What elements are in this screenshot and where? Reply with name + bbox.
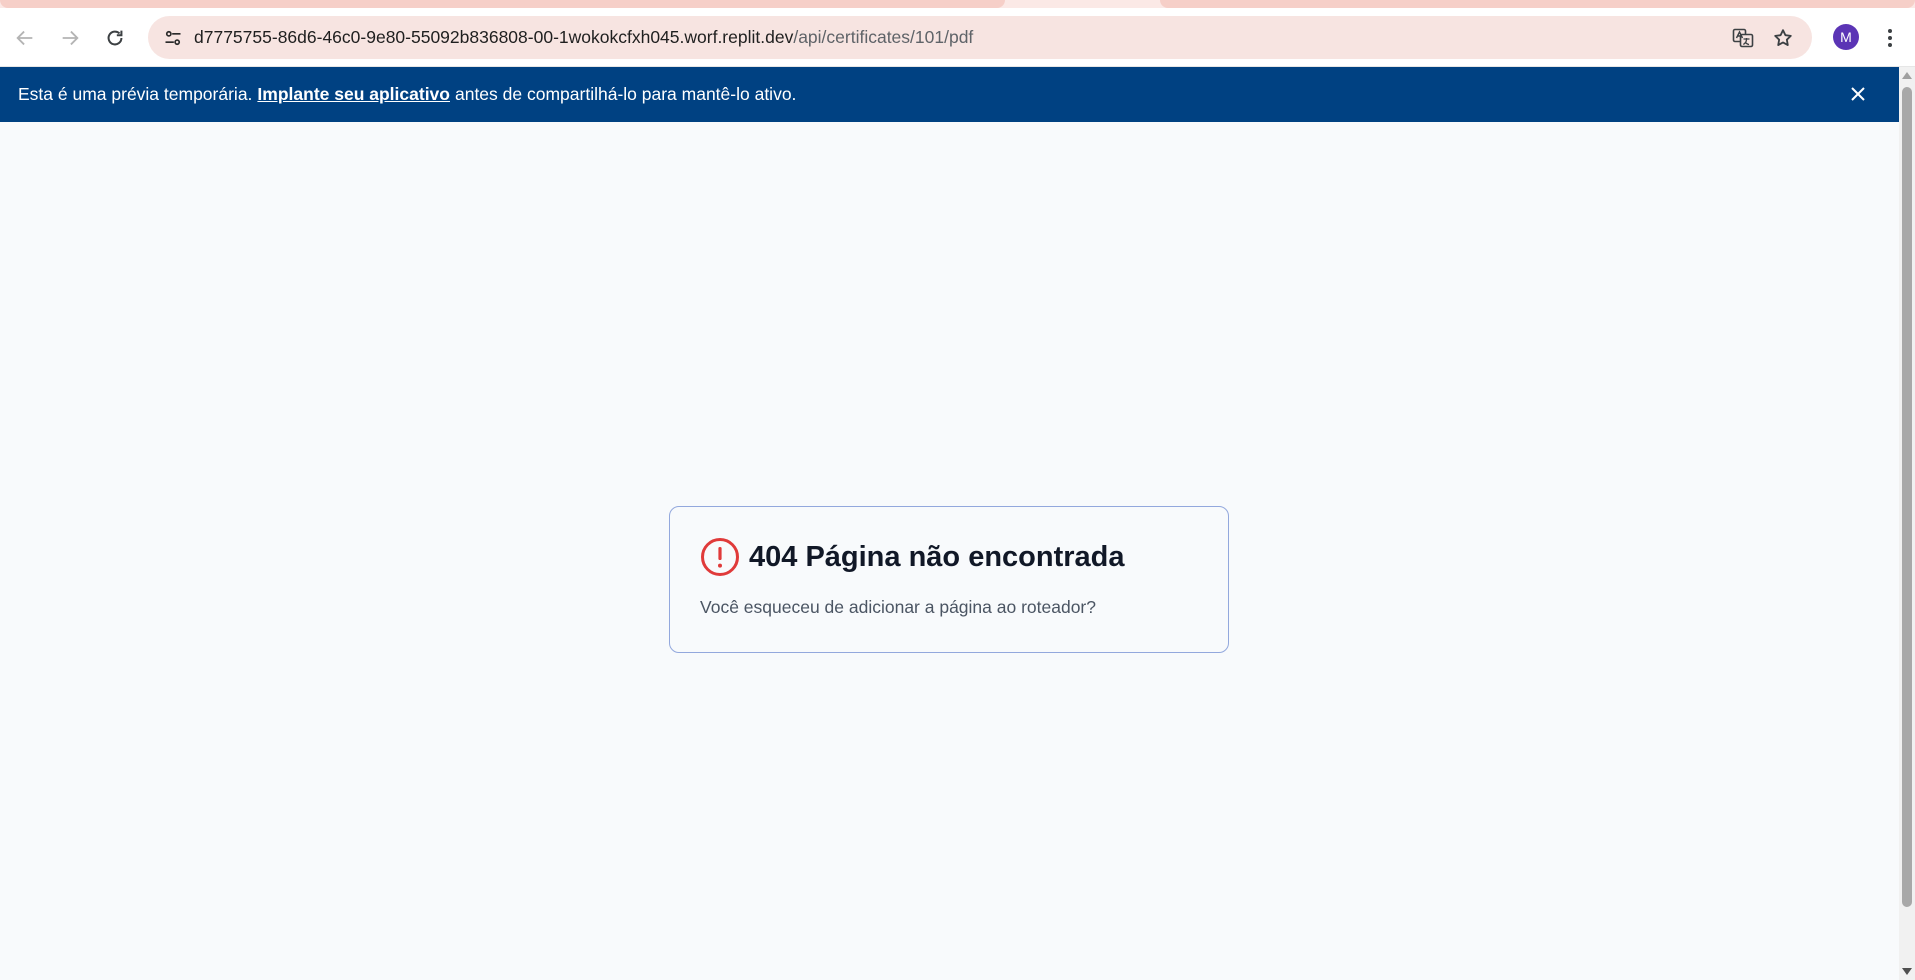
url-text[interactable]: d7775755-86d6-46c0-9e80-55092b836808-00-… bbox=[194, 16, 973, 59]
page-title: 404 Página não encontrada bbox=[749, 540, 1125, 573]
address-bar[interactable]: d7775755-86d6-46c0-9e80-55092b836808-00-… bbox=[148, 16, 1812, 59]
alert-circle-icon bbox=[701, 538, 739, 576]
arrow-right-icon bbox=[62, 30, 79, 46]
translate-icon bbox=[1732, 28, 1754, 48]
error-message: Você esqueceu de adicionar a página ao r… bbox=[700, 597, 1096, 617]
back-button[interactable] bbox=[9, 22, 41, 54]
url-host: d7775755-86d6-46c0-9e80-55092b836808-00-… bbox=[194, 27, 794, 47]
profile-avatar[interactable]: M bbox=[1833, 24, 1859, 50]
browser-toolbar: d7775755-86d6-46c0-9e80-55092b836808-00-… bbox=[0, 8, 1915, 67]
tab-strip bbox=[0, 0, 1915, 8]
reload-icon bbox=[107, 30, 123, 46]
translate-button[interactable] bbox=[1727, 22, 1759, 54]
bookmark-button[interactable] bbox=[1767, 22, 1799, 54]
card-title-row: 404 Página não encontrada bbox=[700, 537, 1125, 577]
not-found-card: 404 Página não encontrada Você esqueceu … bbox=[669, 506, 1229, 653]
tab-stub-right[interactable] bbox=[1160, 0, 1915, 8]
reload-button[interactable] bbox=[99, 22, 131, 54]
forward-button[interactable] bbox=[54, 22, 86, 54]
star-icon bbox=[1774, 29, 1792, 46]
banner-text-after: antes de compartilhá-lo para mantê-lo at… bbox=[454, 84, 797, 104]
vertical-scrollbar[interactable] bbox=[1899, 67, 1915, 980]
close-icon bbox=[1851, 87, 1865, 101]
deploy-app-link[interactable]: Implante seu aplicativo bbox=[257, 84, 450, 105]
scrollbar-thumb[interactable] bbox=[1902, 87, 1912, 907]
arrow-left-icon bbox=[16, 30, 33, 46]
banner-close-button[interactable] bbox=[1845, 81, 1871, 107]
tune-icon bbox=[165, 30, 181, 46]
preview-banner: Esta é uma prévia temporária. Implante s… bbox=[0, 67, 1899, 122]
url-path: /api/certificates/101/pdf bbox=[793, 27, 974, 47]
browser-menu-button[interactable] bbox=[1876, 22, 1904, 54]
page-viewport: Esta é uma prévia temporária. Implante s… bbox=[0, 67, 1915, 980]
tab-stub-left[interactable] bbox=[0, 0, 1005, 8]
more-vert-icon bbox=[1888, 29, 1892, 47]
banner-text-before: Esta é uma prévia temporária. bbox=[18, 84, 253, 104]
scroll-down-arrow[interactable] bbox=[1902, 968, 1912, 975]
site-info-button[interactable] bbox=[157, 22, 189, 54]
scroll-up-arrow[interactable] bbox=[1902, 72, 1912, 79]
